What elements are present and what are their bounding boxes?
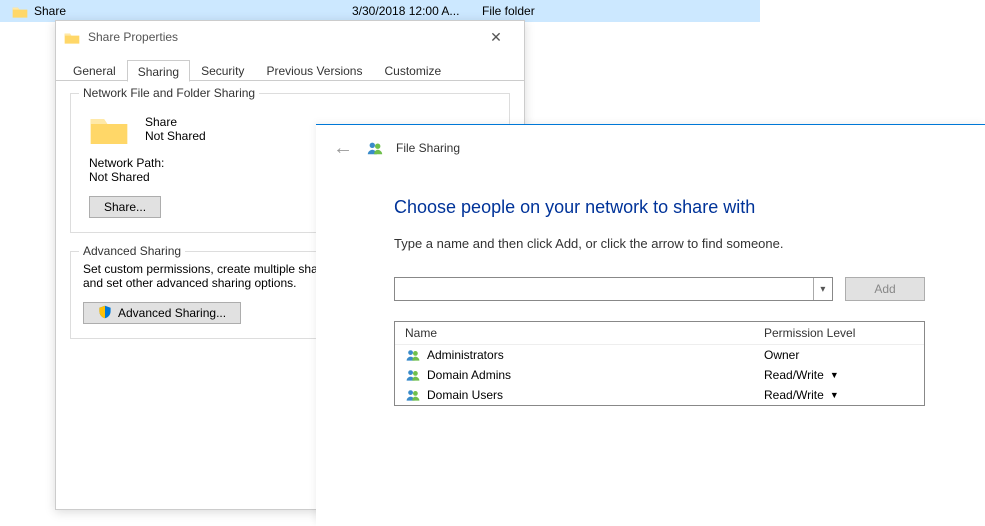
permission-label: Owner [764, 348, 799, 362]
shield-icon [98, 305, 112, 322]
people-input[interactable] [395, 278, 813, 300]
people-icon [366, 139, 384, 157]
list-item[interactable]: Administrators Owner [395, 345, 924, 365]
chevron-down-icon: ▼ [830, 390, 839, 400]
wizard-subtext: Type a name and then click Add, or click… [394, 236, 925, 251]
tab-security[interactable]: Security [190, 59, 255, 81]
entry-name: Administrators [427, 348, 504, 362]
permission-selector: Owner [764, 348, 914, 362]
tab-previous-versions[interactable]: Previous Versions [255, 59, 373, 81]
share-status: Not Shared [145, 129, 206, 143]
group-icon [405, 347, 421, 363]
explorer-item-date: 3/30/2018 12:00 A... [352, 4, 482, 18]
chevron-down-icon[interactable]: ▾ [813, 278, 832, 300]
dialog-title: Share Properties [88, 30, 178, 44]
permission-selector[interactable]: Read/Write ▼ [764, 388, 914, 402]
advanced-desc: Set custom permissions, create multiple … [83, 262, 343, 290]
permission-label: Read/Write [764, 388, 824, 402]
tab-sharing[interactable]: Sharing [127, 60, 190, 82]
file-sharing-wizard: ← File Sharing Choose people on your net… [316, 124, 985, 526]
tab-customize[interactable]: Customize [373, 59, 452, 81]
add-button[interactable]: Add [845, 277, 925, 301]
entry-name: Domain Users [427, 388, 503, 402]
people-combobox[interactable]: ▾ [394, 277, 833, 301]
list-item[interactable]: Domain Admins Read/Write ▼ [395, 365, 924, 385]
group-legend: Advanced Sharing [79, 244, 185, 258]
group-icon [405, 387, 421, 403]
explorer-row[interactable]: Share 3/30/2018 12:00 A... File folder [0, 0, 760, 22]
back-arrow-icon[interactable]: ← [332, 137, 354, 160]
permission-label: Read/Write [764, 368, 824, 382]
wizard-title: File Sharing [396, 141, 460, 155]
folder-icon [12, 5, 28, 18]
wizard-heading: Choose people on your network to share w… [394, 197, 925, 218]
entry-name: Domain Admins [427, 368, 511, 382]
tabstrip: General Sharing Security Previous Versio… [56, 53, 524, 81]
advanced-sharing-label: Advanced Sharing... [118, 306, 226, 320]
share-button[interactable]: Share... [89, 196, 161, 218]
group-legend: Network File and Folder Sharing [79, 86, 259, 100]
chevron-down-icon: ▼ [830, 370, 839, 380]
dialog-titlebar[interactable]: Share Properties ✕ [56, 21, 524, 53]
explorer-item-type: File folder [482, 4, 602, 18]
folder-icon [64, 31, 80, 44]
big-folder-icon [89, 112, 129, 146]
share-list: Name Permission Level Administrators Owne… [394, 321, 925, 406]
col-header-perm[interactable]: Permission Level [764, 326, 914, 340]
advanced-sharing-button[interactable]: Advanced Sharing... [83, 302, 241, 324]
permission-selector[interactable]: Read/Write ▼ [764, 368, 914, 382]
share-folder-name: Share [145, 115, 206, 129]
col-header-name[interactable]: Name [405, 326, 764, 340]
explorer-item-name: Share [34, 4, 66, 18]
list-item[interactable]: Domain Users Read/Write ▼ [395, 385, 924, 405]
close-button[interactable]: ✕ [476, 23, 516, 51]
group-icon [405, 367, 421, 383]
tab-general[interactable]: General [62, 59, 127, 81]
